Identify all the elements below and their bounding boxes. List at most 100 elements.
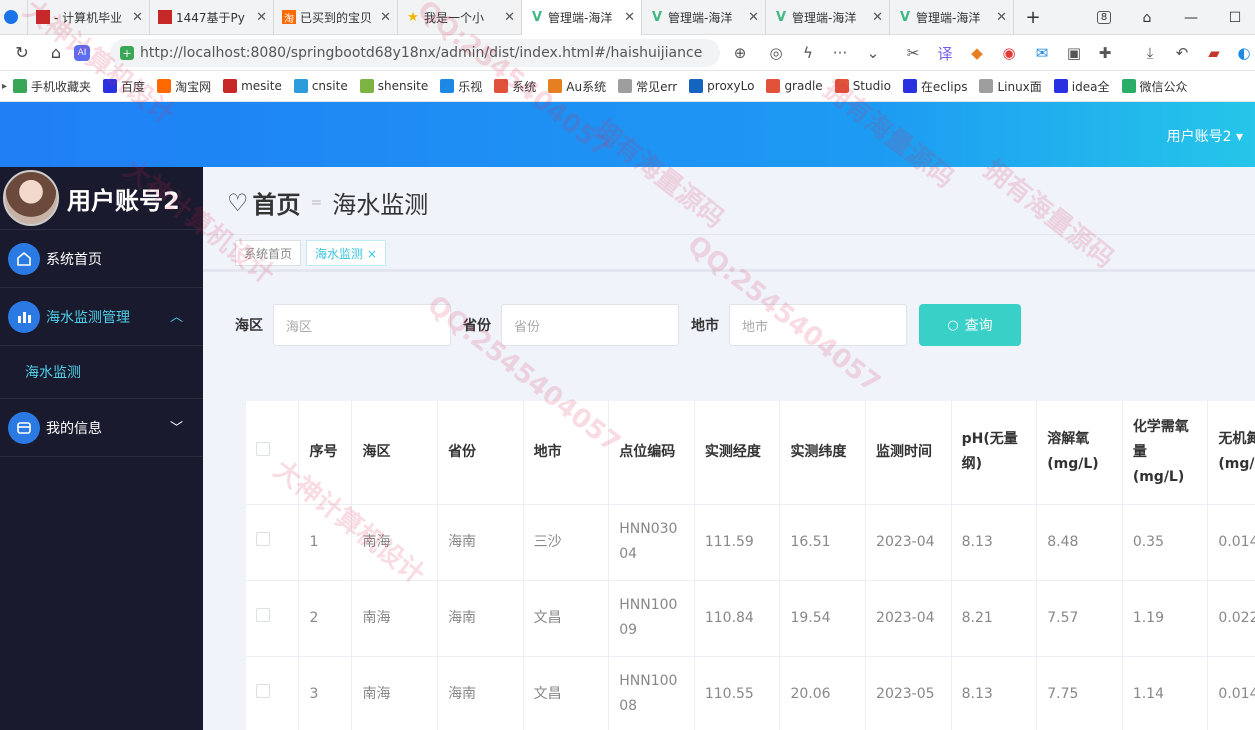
table-cell: HNN10009 [608,580,695,657]
browser-tab[interactable]: - 计算机毕业 ✕ [28,0,150,35]
close-icon[interactable]: ✕ [996,10,1007,25]
weibo-icon[interactable]: ◉ [998,42,1020,64]
table-cell: 19.54 [779,580,867,657]
sidebar-item-home[interactable]: 系统首页 [0,230,203,288]
bookmark-item[interactable]: gradle [766,79,823,93]
bookmark-item[interactable]: Studio [834,79,891,93]
row-select-cell [246,580,300,657]
more-icon[interactable]: ··· [829,42,851,64]
browser-tab[interactable]: 1447基于Py ✕ [150,0,274,35]
sea-area-input[interactable]: 海区 [273,304,451,346]
close-icon[interactable]: ✕ [256,10,267,25]
tab-count-badge[interactable]: 8 [1093,0,1115,35]
table-row[interactable]: 3 南海 海南 文昌 HNN10008 110.55 20.06 2023-05 8.13 7.7… [246,656,1255,730]
bookmark-item[interactable]: 淘宝网 [157,78,211,95]
bookmark-item[interactable]: idea全 [1053,78,1110,95]
city-input[interactable]: 地市 [729,304,907,346]
download-icon[interactable]: ⤓ [1139,42,1161,64]
reload-icon[interactable]: ↻ [10,43,34,62]
table-row[interactable]: 2 南海 海南 文昌 HNN10009 110.84 19.54 2023-04 8.21 7.5… [246,580,1255,657]
close-icon[interactable]: ✕ [624,10,635,25]
sidebar-item-label: 我的信息 [46,420,102,437]
browser-tab-active[interactable]: V 管理端-海洋 ✕ [522,0,642,35]
bar-chart-icon [8,300,40,333]
sidebar-item-my-info[interactable]: 我的信息 ﹀ [0,399,203,457]
sidebar-subitem-seawater-monitoring[interactable]: 海水监测 [0,346,203,399]
row-checkbox[interactable] [256,531,270,546]
bookmark-item[interactable]: Au系统 [548,78,606,95]
red-square-icon [223,79,238,93]
select-all-cell [246,401,300,505]
close-icon[interactable]: ✕ [872,10,883,25]
vue-icon: V [531,9,543,25]
table-row[interactable]: 1 南海 海南 三沙 HNN03004 111.59 16.51 2023-04 8.13 8.4… [246,504,1255,581]
close-icon[interactable]: ✕ [748,10,759,25]
table-cell: 2 [298,580,353,657]
extensions-icon[interactable]: ✚ [1094,42,1116,64]
browser-tab[interactable]: V 管理端-海洋 ✕ [642,0,766,35]
tag-seawater-monitoring[interactable]: 海水监测 × [306,240,386,266]
briefcase-icon[interactable]: ▰ [1203,42,1225,64]
secure-icon: + [120,46,134,60]
browser-menu-icon[interactable] [0,0,28,35]
bookmark-item[interactable]: proxyLo [689,79,754,93]
mail-icon[interactable]: ✉ [1031,42,1053,64]
baidu-paw-icon [902,79,917,93]
row-checkbox[interactable] [256,683,270,698]
game-icon[interactable]: ◆ [966,42,988,64]
bookmark-item[interactable]: 手机收藏夹 [13,78,91,95]
caret-icon[interactable]: ▸ [2,81,7,92]
bookmark-item[interactable]: 乐视 [440,78,482,95]
home-icon[interactable]: ⌂ [44,43,68,62]
bookmark-item[interactable]: 在eclips [902,78,967,95]
column-header: 化学需氧量(mg/L) [1122,401,1209,505]
baidu-paw-icon [103,79,118,93]
minimize-icon[interactable]: — [1178,0,1204,35]
column-header: pH(无量纲) [951,401,1038,505]
close-icon[interactable]: ✕ [504,10,515,25]
chevron-down-icon[interactable]: ⌄ [862,42,884,64]
bookmark-item[interactable]: mesite [223,79,282,93]
screenshot-icon[interactable]: ▣ [1063,42,1085,64]
new-tab-button[interactable]: + [1014,0,1050,35]
search-button[interactable]: ○ 查询 [919,304,1021,346]
breadcrumb-separator: = [310,194,323,211]
browser-tab-strip: - 计算机毕业 ✕ 1447基于Py ✕ 淘已买到的宝贝 ✕ ★ 我是一个小 ✕ V 管理端… [0,0,1255,35]
row-checkbox[interactable] [256,607,270,622]
zoom-icon[interactable]: ⊕ [729,42,751,64]
bookmark-item[interactable]: 百度 [103,78,145,95]
bookmark-item[interactable]: 常见err [618,78,677,95]
wallet-icon [8,411,40,444]
bookmark-item[interactable]: shensite [359,79,428,93]
province-input[interactable]: 省份 [501,304,679,346]
bookmark-item[interactable]: cnsite [293,79,348,93]
browser-tab[interactable]: V 管理端-海洋 ✕ [766,0,890,35]
browser-tab[interactable]: 淘已买到的宝贝 ✕ [274,0,398,35]
edge-icon[interactable]: ◐ [1233,42,1255,64]
lightning-icon[interactable]: ϟ [797,42,819,64]
browser-tab[interactable]: V 管理端-海洋 ✕ [890,0,1014,35]
close-icon[interactable]: ✕ [132,10,143,25]
table-cell: 1.14 [1122,656,1209,730]
breadcrumb-home[interactable]: 首页 [253,185,301,220]
bookmark-item[interactable]: Linux面 [979,78,1042,95]
sidebar-item-seawater-management[interactable]: 海水监测管理 ︿ [0,288,203,346]
breadcrumb-current: 海水监测 [332,191,429,219]
undo-icon[interactable]: ↶ [1171,42,1193,64]
table-cell: 8.21 [951,580,1038,657]
close-icon[interactable]: ✕ [380,10,391,25]
app-header: 用户账号2 ▾ [0,102,1255,167]
ai-icon[interactable]: AI [74,44,90,61]
bookmark-item[interactable]: 微信公众 [1121,78,1188,95]
bookmark-item[interactable]: 系统 [494,78,536,95]
browser-tab[interactable]: ★ 我是一个小 ✕ [398,0,522,35]
scissors-icon[interactable]: ✂ [902,42,924,64]
translate-icon[interactable]: 译 [934,42,956,64]
tag-home[interactable]: 系统首页 [235,240,302,266]
compass-icon[interactable]: ◎ [765,42,787,64]
maximize-icon[interactable]: ☐ [1222,0,1248,35]
user-menu[interactable]: 用户账号2 ▾ [1167,126,1243,146]
url-field[interactable]: + http://localhost:8080/springbootd68y18… [110,39,720,67]
select-all-checkbox[interactable] [256,441,270,456]
shirt-icon[interactable]: ⌂ [1134,0,1160,35]
